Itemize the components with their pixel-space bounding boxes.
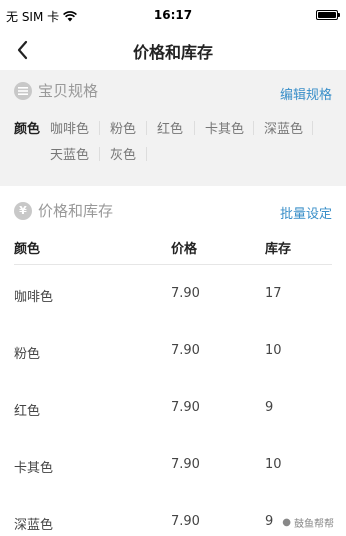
price-section-title: 价格和库存 bbox=[38, 202, 114, 220]
row-stock-field[interactable]: 9 bbox=[265, 514, 273, 529]
row-price-field[interactable]: 7.90 bbox=[171, 457, 200, 472]
row-price-field[interactable]: 7.90 bbox=[171, 343, 200, 358]
row-price-field[interactable]: 7.90 bbox=[171, 514, 200, 529]
column-header-stock: 库存 bbox=[265, 242, 292, 257]
spec-option-chip[interactable]: 粉色 bbox=[110, 118, 136, 137]
spec-option-chip[interactable]: 卡其色 bbox=[205, 118, 244, 137]
battery-icon bbox=[316, 10, 340, 20]
row-stock-field[interactable]: 9 bbox=[265, 400, 273, 415]
chip-divider bbox=[253, 121, 254, 135]
watermark: ● 鼓鱼帮帮 bbox=[282, 515, 334, 530]
price-section-header: ¥ 价格和库存 bbox=[14, 200, 113, 221]
header-divider bbox=[14, 264, 332, 265]
chip-divider bbox=[312, 121, 313, 135]
chevron-left-icon bbox=[17, 40, 28, 60]
chip-divider bbox=[194, 121, 195, 135]
clock: 16:17 bbox=[153, 8, 193, 22]
status-bar: 无 SIM 卡 16:17 bbox=[0, 0, 346, 30]
watermark-text: 鼓鱼帮帮 bbox=[294, 519, 334, 530]
spec-option-chip[interactable]: 灰色 bbox=[110, 144, 136, 163]
spec-section: 宝贝规格 编辑规格 颜色 咖啡色 粉色 红色 卡其色 深蓝色 天蓝色 灰色 bbox=[0, 70, 346, 178]
list-icon bbox=[14, 81, 32, 100]
page-title: 价格和库存 bbox=[132, 43, 213, 62]
nav-bar: 价格和库存 bbox=[0, 30, 346, 70]
spec-option-chip[interactable]: 红色 bbox=[157, 118, 183, 137]
chip-divider bbox=[146, 147, 147, 161]
watermark-icon: ● bbox=[282, 517, 291, 528]
row-stock-field[interactable]: 10 bbox=[265, 457, 282, 472]
spec-color-label: 颜色 bbox=[14, 122, 41, 137]
spec-option-chip[interactable]: 咖啡色 bbox=[50, 118, 89, 137]
chip-divider bbox=[99, 147, 100, 161]
spec-section-header: 宝贝规格 bbox=[14, 80, 98, 101]
chip-divider bbox=[99, 121, 100, 135]
yen-icon: ¥ bbox=[14, 201, 32, 220]
spec-option-chip[interactable]: 天蓝色 bbox=[50, 144, 89, 163]
row-color-cell: 卡其色 bbox=[14, 461, 54, 476]
back-button[interactable] bbox=[10, 36, 38, 64]
spec-section-title: 宝贝规格 bbox=[38, 82, 99, 100]
spec-option-chip[interactable]: 深蓝色 bbox=[264, 118, 303, 137]
row-color-cell: 红色 bbox=[14, 404, 41, 419]
row-stock-field[interactable]: 10 bbox=[265, 343, 282, 358]
row-color-cell: 粉色 bbox=[14, 347, 41, 362]
row-price-field[interactable]: 7.90 bbox=[171, 400, 200, 415]
batch-set-button[interactable]: 批量设定 bbox=[280, 203, 332, 222]
row-color-cell: 咖啡色 bbox=[14, 290, 54, 305]
column-header-price: 价格 bbox=[171, 242, 198, 257]
row-stock-field[interactable]: 17 bbox=[265, 286, 282, 301]
row-color-cell: 深蓝色 bbox=[14, 518, 54, 533]
chip-divider bbox=[146, 121, 147, 135]
edit-spec-button[interactable]: 编辑规格 bbox=[280, 84, 332, 103]
price-stock-section: ¥ 价格和库存 批量设定 颜色 价格 库存 咖啡色 7.90 17 粉色 7.9… bbox=[0, 186, 346, 536]
column-header-color: 颜色 bbox=[14, 242, 41, 257]
row-price-field[interactable]: 7.90 bbox=[171, 286, 200, 301]
